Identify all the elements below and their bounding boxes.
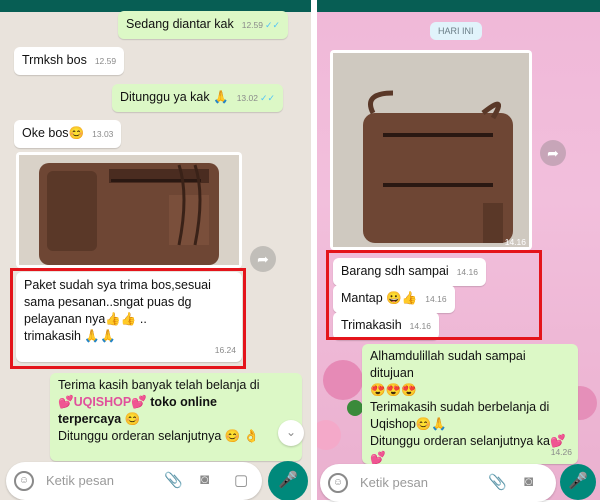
message-input-placeholder[interactable]: Ketik pesan [46, 473, 114, 488]
read-ticks-icon: ✓✓ [259, 93, 276, 103]
message-time: 14.16 [504, 237, 526, 247]
message-text: Ditunggu ya kak 🙏 [120, 90, 229, 104]
camera-icon[interactable]: ◙ [524, 473, 533, 490]
shop-name: 💕UQISHOP💕 [58, 395, 147, 409]
forward-icon[interactable]: ➦ [540, 140, 566, 166]
message-input-placeholder[interactable]: Ketik pesan [360, 475, 428, 490]
message-time: 12.59 [241, 20, 263, 30]
bag-photo [333, 53, 529, 247]
message-text-line: Ditunggu orderan selanjutnya ka💕 [370, 434, 566, 448]
mic-icon[interactable]: 🎤 [560, 464, 596, 500]
image-message[interactable] [16, 152, 242, 268]
message-bubble-outgoing[interactable]: Sedang diantar kak 12.59 ✓✓ [118, 11, 289, 39]
left-chat-screen: Sedang diantar kak 12.59 ✓✓ Trmksh bos 12.5… [0, 0, 311, 500]
seller-reply-message[interactable]: Alhamdulillah sudah sampai ditujuan 😍😍😍 … [362, 344, 578, 465]
message-bubble-incoming[interactable]: Trmksh bos 12.59 [14, 47, 125, 75]
message-time: 13.02 [236, 93, 258, 103]
bag-photo [19, 155, 239, 265]
message-text-line: Ditunggu orderan selanjutnya 😊 👌 [58, 429, 260, 443]
message-input-bar[interactable]: ☺ Ketik pesan 📎 ◙ [320, 464, 556, 502]
read-ticks-icon: ✓✓ [265, 20, 281, 30]
attach-icon[interactable]: 📎 [488, 473, 507, 491]
image-message[interactable]: 14.16 [330, 50, 532, 250]
message-input-bar[interactable]: ☺ Ketik pesan 📎 ◙ ▢ [6, 462, 262, 500]
highlight-box [326, 250, 542, 340]
message-text-line: Uqishop😊🙏 [370, 417, 447, 431]
right-app-header [317, 0, 600, 12]
leaf-decoration [347, 400, 363, 416]
message-text: Trmksh bos [22, 53, 87, 67]
smile-emoji: 😊 [124, 412, 141, 426]
tagline-text: toko online [150, 395, 217, 409]
flower-decoration [323, 360, 363, 400]
message-text-line: Alhamdulillah sudah sampai ditujuan [370, 349, 526, 380]
message-text-line: 😍😍😍 [370, 383, 417, 397]
highlight-box [10, 268, 246, 369]
message-text-line: Terimakasih sudah berbelanja di [370, 400, 550, 414]
message-bubble-incoming[interactable]: Oke bos😊 13.03 [14, 120, 122, 148]
message-time: 12.59 [94, 56, 117, 66]
date-chip: HARI INI [430, 22, 482, 40]
message-time: 13.03 [92, 129, 114, 139]
camera-icon[interactable]: ◙ [200, 471, 209, 488]
forward-icon[interactable]: ➦ [250, 246, 276, 272]
message-time: 14.26 [550, 447, 572, 457]
emoji-icon[interactable]: ☺ [14, 471, 34, 491]
mic-icon[interactable]: 🎤 [268, 461, 308, 500]
tagline-text: terpercaya [58, 412, 122, 426]
message-bubble-outgoing[interactable]: Ditunggu ya kak 🙏 13.02 ✓✓ [112, 84, 284, 112]
scroll-down-icon[interactable]: ⌄ [278, 420, 304, 446]
message-text: Sedang diantar kak [126, 17, 234, 31]
seller-reply-message[interactable]: Terima kasih banyak telah belanja di 💕UQ… [50, 373, 302, 461]
flower-decoration [317, 420, 341, 450]
attach-icon[interactable]: 📎 [164, 471, 183, 489]
sticker-icon[interactable]: ▢ [234, 471, 248, 489]
emoji-icon[interactable]: ☺ [328, 473, 348, 493]
message-text-line: Terima kasih banyak telah belanja di [58, 378, 260, 392]
message-text: Oke bos😊 [22, 126, 85, 140]
